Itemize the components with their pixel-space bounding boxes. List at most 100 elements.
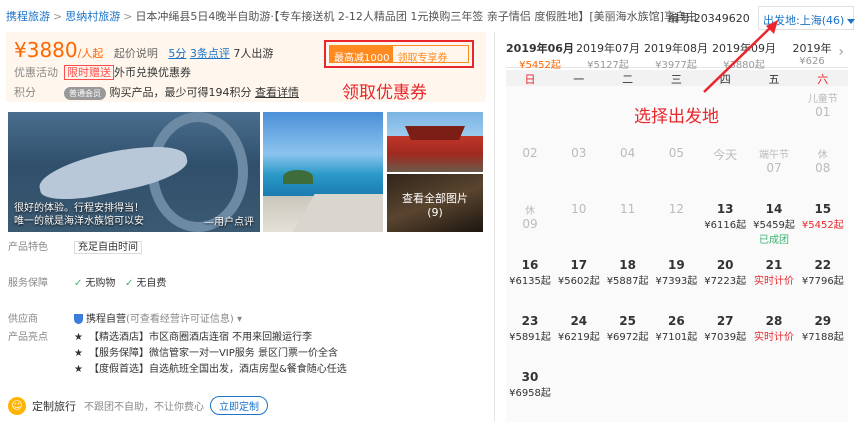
all-photos-count: (9)	[427, 206, 443, 219]
calendar-day[interactable]: 18 ¥5887起	[604, 258, 652, 314]
column-divider	[494, 32, 495, 422]
day-number: 08	[815, 161, 831, 175]
calendar-day: 今天	[701, 146, 749, 202]
day-number: 21	[765, 258, 783, 272]
calendar-day[interactable]: 21 实时计价	[750, 258, 798, 314]
breadcrumb-link-ctrip[interactable]: 携程旅游	[6, 10, 50, 23]
day-number: 15	[814, 202, 832, 216]
review-caption-line: 很好的体验。行程安排得当！	[14, 203, 144, 214]
day-number: 23	[521, 314, 539, 328]
month-tab[interactable]: 2019年07月 ¥5127起	[574, 40, 642, 71]
guarantee-no-extra: 无自费	[136, 278, 167, 289]
day-price: ¥5887起	[606, 276, 649, 287]
day-number: 17	[570, 258, 588, 272]
photo-decoration	[283, 170, 313, 184]
month-tab[interactable]: 2019年06月 ¥5452起	[506, 40, 574, 76]
calendar-day[interactable]: 30 ¥6958起	[506, 370, 554, 426]
day-number: 19	[668, 258, 685, 272]
rating-score[interactable]: 5分	[168, 47, 186, 60]
custom-trip-button[interactable]: 立即定制	[210, 396, 268, 415]
chevron-down-icon	[847, 18, 856, 24]
price-unit: /人起	[77, 47, 104, 60]
custom-trip-icon: ☺	[8, 396, 26, 415]
calendar-day[interactable]: 23 ¥5891起	[506, 314, 554, 370]
day-number: 04	[619, 146, 636, 160]
coupon-button[interactable]: 最高减1000 领取专享券	[324, 40, 474, 68]
chevron-right-icon[interactable]: ›	[838, 44, 844, 60]
weekday-label: 日	[524, 73, 536, 86]
day-price: ¥6116起	[704, 220, 747, 231]
calendar-day[interactable]: 19 ¥7393起	[652, 258, 700, 314]
all-photos-label: 查看全部图片	[402, 192, 468, 205]
day-number: 16	[521, 258, 539, 272]
review-caption-source: —用户点评	[204, 217, 254, 228]
calendar-day[interactable]: 27 ¥7039起	[701, 314, 749, 370]
day-price: ¥7223起	[704, 276, 747, 287]
points-detail-link[interactable]: 查看详情	[255, 86, 299, 99]
highlight-text: 【精选酒店】市区商圈酒店连宿 不用来回搬运行李	[88, 332, 313, 343]
calendar-grid: 儿童节 01 02 03 04 05 今天 端午节 07 休 08 休 09 10 11 12 13 ¥6116起…	[506, 86, 848, 422]
supplier-name[interactable]: 携程自营	[86, 314, 126, 325]
calendar-day: 05	[652, 146, 700, 202]
day-number: 29	[814, 314, 832, 328]
coupon-annotation: 领取优惠券	[342, 83, 427, 103]
weekday-label: 二	[622, 73, 634, 86]
reviews-link[interactable]: 3条点评	[190, 47, 230, 60]
guarantee-key: 服务保障	[8, 278, 48, 289]
breadcrumb-link-destination[interactable]: 思纳村旅游	[65, 10, 120, 23]
day-number: 30	[521, 370, 539, 384]
calendar-day[interactable]: 28 实时计价	[750, 314, 798, 370]
month-tab-label: 2019年07月	[576, 42, 640, 55]
calendar-day[interactable]: 25 ¥6972起	[604, 314, 652, 370]
month-tab-label: 2019年06月	[506, 42, 574, 55]
day-number: 20	[716, 258, 734, 272]
main-photo[interactable]: 很好的体验。行程安排得当！ 唯一的就是海洋水族馆可以安 —用户点评	[8, 112, 260, 232]
day-price: ¥6219起	[557, 332, 600, 343]
travelers-count: 7人出游	[233, 47, 274, 60]
annotation-arrow	[703, 20, 778, 93]
calendar-day[interactable]: 24 ¥6219起	[555, 314, 603, 370]
day-number: 09	[522, 217, 538, 231]
supplier-key: 供应商	[8, 314, 38, 325]
calendar-day[interactable]: 22 ¥7796起	[799, 258, 847, 314]
supplier-license-link[interactable]: (可查看经营许可证信息)	[126, 314, 234, 325]
price-row: ¥3880/人起 起价说明 5分 3条点评 7人出游	[14, 38, 273, 62]
day-number: 11	[619, 202, 636, 216]
calendar-day: 12	[652, 202, 700, 258]
highlight-text: 【度假首选】自选航班全国出发，酒店房型&餐食随心任选	[88, 364, 347, 375]
price-amount: 3880	[26, 38, 78, 62]
feature-row: 产品特色 充足自由时间	[8, 240, 488, 272]
review-caption: 很好的体验。行程安排得当！ 唯一的就是海洋水族馆可以安	[14, 202, 144, 228]
calendar-day[interactable]: 14 ¥5459起 已成团	[750, 202, 798, 258]
calendar-day[interactable]: 17 ¥5602起	[555, 258, 603, 314]
calendar-day[interactable]: 26 ¥7101起	[652, 314, 700, 370]
price-explain-link[interactable]: 起价说明	[114, 47, 158, 60]
points-label: 积分	[14, 86, 36, 99]
star-icon: ★	[74, 348, 83, 359]
breadcrumb: 携程旅游 > 思纳村旅游 > 日本冲绳县5日4晚半自助游·【专车接送机 2-12人精品团…	[6, 8, 706, 26]
beach-photo[interactable]	[263, 112, 383, 232]
promo-row: 优惠活动 限时赠送 外币兑换优惠券	[14, 64, 191, 80]
day-number: 26	[668, 314, 685, 328]
calendar-day[interactable]: 20 ¥7223起	[701, 258, 749, 314]
all-photos-button[interactable]: 查看全部图片 (9)	[387, 174, 483, 232]
day-price: ¥7393起	[655, 276, 698, 287]
day-number: 18	[619, 258, 636, 272]
highlight-item: ★ 【度假首选】自选航班全国出发，酒店房型&餐食随心任选	[74, 362, 347, 378]
supplier-row: 供应商 携程自营(可查看经营许可证信息) ▾	[8, 312, 488, 330]
temple-photo[interactable]	[387, 112, 483, 172]
day-number: 02	[522, 146, 538, 160]
calendar-day[interactable]: 29 ¥7188起	[799, 314, 847, 370]
calendar-day[interactable]: 15 ¥5452起	[799, 202, 847, 258]
highlights-key: 产品亮点	[8, 332, 48, 343]
promo-label: 优惠活动	[14, 66, 58, 79]
calendar-day[interactable]: 16 ¥6135起	[506, 258, 554, 314]
month-tab-price: ¥5452起	[519, 60, 561, 71]
calendar-day: 端午节 07	[750, 146, 798, 202]
calendar-day: 02	[506, 146, 554, 202]
check-icon: ✓	[74, 278, 83, 289]
calendar-day[interactable]: 13 ¥6116起	[701, 202, 749, 258]
day-holiday-label: 休	[817, 150, 828, 161]
day-price: 实时计价	[754, 332, 794, 343]
shield-icon	[74, 314, 83, 324]
